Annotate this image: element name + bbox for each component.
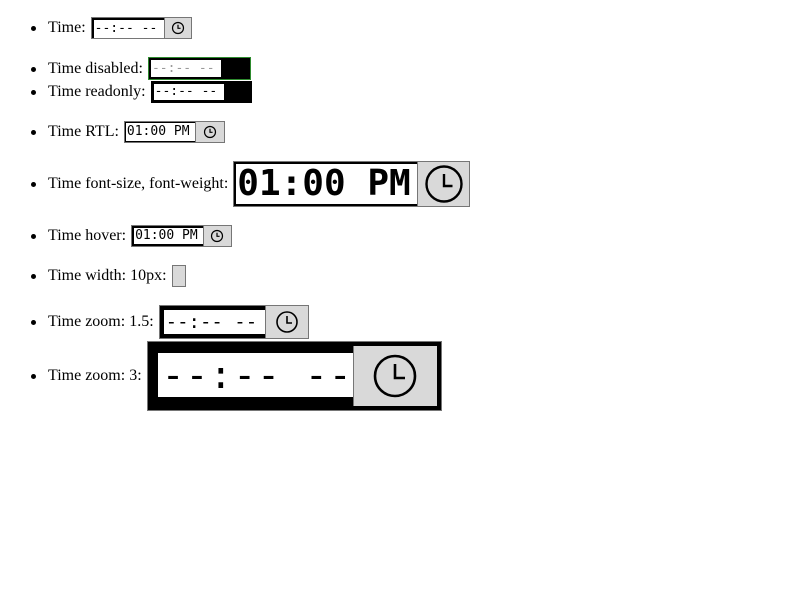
- list-item-time-readonly: Time readonly: --:-- --: [31, 81, 252, 103]
- time-readonly-value[interactable]: --:-- --: [153, 84, 224, 100]
- list-item-time-zoom-3: Time zoom: 3: --:-- --: [31, 341, 442, 411]
- time-label: Time:: [48, 19, 86, 36]
- time-picker-button[interactable]: [163, 18, 191, 38]
- time-font-input[interactable]: 01:00 PM: [233, 161, 471, 207]
- time-hover-value[interactable]: 01:00 PM: [134, 228, 203, 244]
- time-hover-label: Time hover:: [48, 227, 127, 244]
- clock-icon: [275, 311, 298, 333]
- time-hover-input[interactable]: 01:00 PM: [131, 225, 233, 247]
- time-disabled-input: --:-- --: [147, 57, 251, 80]
- clock-icon: [373, 354, 417, 398]
- list-item-time-disabled: Time disabled: --:-- --: [31, 57, 251, 80]
- list-item-time-rtl: Time RTL: 01:00 PM: [31, 121, 225, 143]
- time-readonly-label: Time readonly:: [48, 83, 146, 100]
- time-font-picker-button[interactable]: [417, 162, 470, 206]
- time-rtl-value[interactable]: 01:00 PM: [125, 123, 196, 141]
- list-item-time-width: Time width: 10px:: [31, 265, 186, 287]
- time-rtl-label: Time RTL:: [48, 123, 119, 140]
- time-zoom-1-5-label: Time zoom: 1.5:: [48, 313, 154, 330]
- time-hover-picker-button[interactable]: [202, 226, 232, 246]
- list-item-time: Time: --:-- --: [31, 17, 192, 39]
- list-item-time-zoom-1-5: Time zoom: 1.5: --:-- --: [31, 305, 309, 339]
- list-item-time-font: Time font-size, font-weight: 01:00 PM: [30, 161, 471, 207]
- time-rtl-input[interactable]: 01:00 PM: [123, 121, 225, 143]
- time-zoom-1-5-value[interactable]: --:-- --: [163, 310, 265, 334]
- time-readonly-input[interactable]: --:-- --: [150, 81, 252, 103]
- time-font-label: Time font-size, font-weight:: [48, 175, 229, 192]
- time-zoom-3-label: Time zoom: 3:: [48, 367, 142, 384]
- time-input[interactable]: --:-- --: [90, 17, 192, 39]
- time-zoom-3-input[interactable]: --:-- --: [146, 341, 442, 411]
- time-zoom-1-5-picker-button[interactable]: [264, 306, 308, 338]
- list-item-time-hover: Time hover: 01:00 PM: [30, 225, 233, 247]
- clock-icon: [171, 21, 184, 35]
- clock-icon: [211, 229, 224, 243]
- time-rtl-picker-button[interactable]: [195, 122, 224, 142]
- time-width-input[interactable]: [171, 265, 186, 287]
- time-zoom-3-picker-button[interactable]: [352, 346, 437, 406]
- clock-icon: [425, 165, 463, 203]
- time-disabled-label: Time disabled:: [48, 59, 143, 77]
- time-width-label: Time width: 10px:: [48, 267, 167, 284]
- time-value[interactable]: --:-- --: [93, 20, 164, 38]
- time-zoom-1-5-input[interactable]: --:-- --: [158, 305, 309, 339]
- time-disabled-value: --:-- --: [150, 60, 221, 77]
- clock-icon: [203, 125, 217, 139]
- time-font-value[interactable]: 01:00 PM: [236, 164, 418, 204]
- time-zoom-3-value[interactable]: --:-- --: [157, 353, 353, 397]
